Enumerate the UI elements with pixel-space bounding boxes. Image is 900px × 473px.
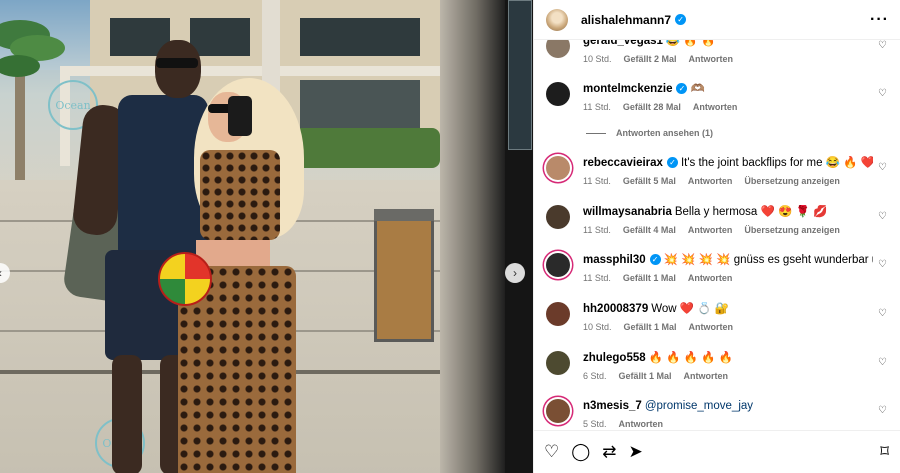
reply-button[interactable]: Antworten <box>693 102 738 112</box>
reply-button[interactable]: Antworten <box>684 371 729 381</box>
like-comment-icon[interactable]: ♡ <box>878 40 887 51</box>
comment-list[interactable]: gerald_vegas1 😂 🔥 🔥 10 Std. Gefällt 2 Mal A… <box>534 40 900 430</box>
post-image[interactable]: Ocean Ocean ‹ › <box>0 0 533 473</box>
comment-time[interactable]: 5 Std. <box>583 419 607 429</box>
post-header: alishalehmann7 ✓ ··· <box>534 0 900 40</box>
translate-button[interactable]: Übersetzung anzeigen <box>744 225 840 235</box>
author-avatar[interactable] <box>546 8 568 31</box>
translate-button[interactable]: Übersetzung anzeigen <box>744 176 840 186</box>
reply-button[interactable]: Antworten <box>688 225 733 235</box>
like-comment-icon[interactable]: ♡ <box>878 308 887 319</box>
image-man-head <box>155 40 201 98</box>
comment-icon[interactable]: ◯ <box>571 442 590 462</box>
commenter-avatar[interactable] <box>546 399 570 423</box>
comment-time[interactable]: 6 Std. <box>583 371 607 381</box>
commenter-avatar[interactable] <box>546 82 570 106</box>
image-sunglasses <box>156 58 198 68</box>
post-dialog: Ocean Ocean ‹ › alishalehmann7 ✓ ··· <box>0 0 900 473</box>
like-comment-icon[interactable]: ♡ <box>878 259 887 270</box>
comments-panel: alishalehmann7 ✓ ··· gerald_vegas1 😂 🔥 🔥 … <box>533 0 900 473</box>
like-comment-icon[interactable]: ♡ <box>878 357 887 368</box>
comment-likes[interactable]: Gefällt 2 Mal <box>624 54 677 64</box>
commenter-username[interactable]: montelmckenzie <box>583 83 672 95</box>
commenter-username[interactable]: n3mesis_7 <box>583 400 642 412</box>
comment-text: 💥 💥 💥 💥 gnüss es gseht wunderbar us <box>663 254 873 266</box>
repost-icon[interactable]: ⇄ <box>602 442 616 462</box>
commenter-avatar[interactable] <box>546 302 570 326</box>
commenter-avatar[interactable] <box>546 205 570 229</box>
next-image-button[interactable]: › <box>505 263 525 283</box>
comment-text: 🫶🏽 <box>690 83 705 95</box>
image-phone <box>228 96 252 136</box>
comment-likes[interactable]: Gefällt 1 Mal <box>624 322 677 332</box>
like-comment-icon[interactable]: ♡ <box>878 162 887 173</box>
commenter-username[interactable]: willmaysanabria <box>583 206 672 218</box>
commenter-avatar[interactable] <box>546 351 570 375</box>
comment-time[interactable]: 10 Std. <box>583 54 612 64</box>
verified-badge-icon: ✓ <box>676 83 688 95</box>
image-volleyball <box>158 252 212 306</box>
save-bookmark-icon[interactable]: ⌑ <box>880 442 889 462</box>
commenter-username[interactable]: zhulego558 <box>583 352 646 364</box>
comment-mention[interactable]: @promise_move_jay <box>645 400 753 412</box>
like-comment-icon[interactable]: ♡ <box>878 405 887 416</box>
comment-text: Bella y hermosa ❤️ 😍 🌹 💋 <box>674 206 828 218</box>
image-pergola <box>60 66 440 76</box>
comment-time[interactable]: 11 Std. <box>583 225 611 235</box>
reply-button[interactable]: Antworten <box>689 54 734 64</box>
image-hedge <box>290 128 440 168</box>
verified-badge-icon: ✓ <box>675 14 687 25</box>
comment-text: 😂 🔥 🔥 <box>665 40 716 47</box>
comment-time[interactable]: 11 Std. <box>583 273 611 283</box>
comment-text: It's the joint backflips for me 😂 🔥 ❤️ <box>680 157 873 169</box>
like-comment-icon[interactable]: ♡ <box>878 88 887 99</box>
comment-likes[interactable]: Gefällt 28 Mal <box>623 102 681 112</box>
view-replies-label: Antworten ansehen (1) <box>616 128 714 138</box>
commenter-avatar[interactable] <box>546 253 570 277</box>
view-replies-button[interactable]: Antworten ansehen (1) <box>586 128 836 138</box>
comment-likes[interactable]: Gefällt 4 Mal <box>623 225 676 235</box>
reply-button[interactable]: Antworten <box>688 176 733 186</box>
like-comment-icon[interactable]: ♡ <box>878 211 887 222</box>
commenter-username[interactable]: gerald_vegas1 <box>583 40 663 47</box>
reply-button[interactable]: Antworten <box>688 273 733 283</box>
author-username[interactable]: alishalehmann7 <box>581 13 671 27</box>
comment-likes[interactable]: Gefällt 5 Mal <box>623 176 676 186</box>
image-trash-bin <box>374 209 434 342</box>
image-sign <box>508 0 532 150</box>
commenter-username[interactable]: hh20008379 <box>583 303 648 315</box>
reply-button[interactable]: Antworten <box>689 322 734 332</box>
reply-button[interactable]: Antworten <box>619 419 664 429</box>
commenter-username[interactable]: massphil30 <box>583 254 646 266</box>
commenter-avatar[interactable] <box>546 40 570 58</box>
comment-text: 🔥 🔥 🔥 🔥 🔥 <box>648 352 734 364</box>
share-icon[interactable]: ➤ <box>629 442 643 462</box>
comment-time[interactable]: 11 Std. <box>583 176 611 186</box>
comment-likes[interactable]: Gefällt 1 Mal <box>623 273 676 283</box>
verified-badge-icon: ✓ <box>666 157 678 169</box>
comment-text: Wow ❤️ 💍 🔐 <box>651 303 730 315</box>
commenter-avatar[interactable] <box>546 156 570 180</box>
commenter-username[interactable]: rebeccavieirax <box>583 157 663 169</box>
image-man-leg <box>112 355 142 473</box>
comment-likes[interactable]: Gefällt 1 Mal <box>619 371 672 381</box>
comment-time[interactable]: 10 Std. <box>583 322 612 332</box>
comment-time[interactable]: 11 Std. <box>583 102 611 112</box>
like-icon[interactable]: ♡ <box>544 442 559 462</box>
post-action-bar: ♡ ◯ ⇄ ➤ ⌑ <box>534 430 900 473</box>
more-options-icon[interactable]: ··· <box>870 11 889 29</box>
verified-badge-icon: ✓ <box>649 254 661 266</box>
image-woman-top <box>200 150 280 240</box>
